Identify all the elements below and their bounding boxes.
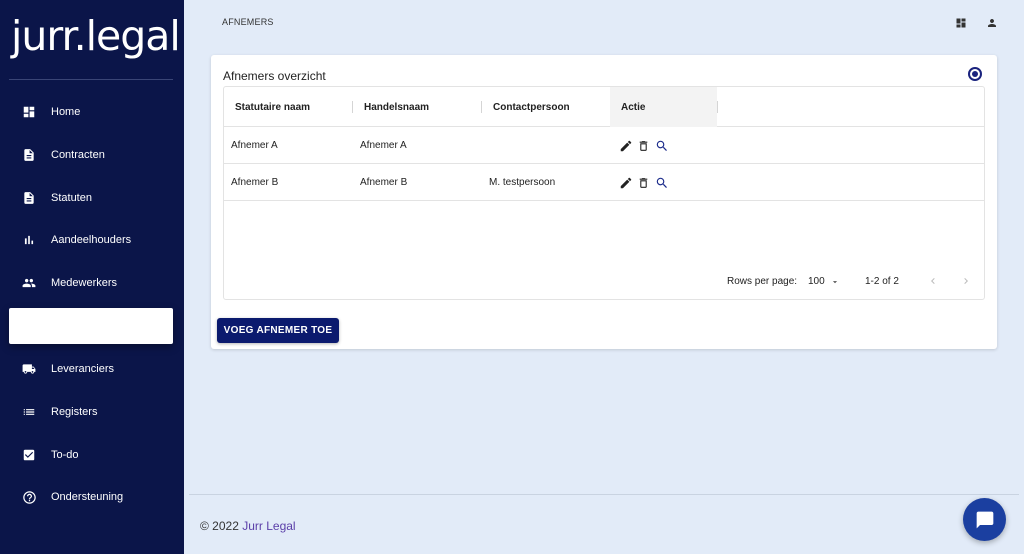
- help-circle-icon: [21, 489, 37, 505]
- afnemers-table: Statutaire naam Handelsnaam Contactperso…: [223, 86, 985, 300]
- sidebar: jurr.legal Home Contracten Statuten Aand…: [0, 0, 184, 554]
- cell-handelsnaam: Afnemer B: [360, 177, 408, 188]
- rows-per-page-select[interactable]: 100: [808, 276, 840, 287]
- dashboard-icon: [21, 104, 37, 120]
- search-icon[interactable]: [654, 175, 669, 190]
- radio-icon[interactable]: [968, 67, 982, 81]
- column-header-statutaire-naam[interactable]: Statutaire naam: [224, 87, 352, 127]
- table-header: Statutaire naam Handelsnaam Contactperso…: [224, 87, 984, 127]
- column-separator: [717, 101, 718, 113]
- sidebar-item-registers[interactable]: Registers: [9, 394, 173, 430]
- truck-icon: [21, 361, 37, 377]
- chat-button[interactable]: [963, 498, 1006, 541]
- logo: jurr.legal: [11, 12, 181, 60]
- sidebar-item-aandeelhouders[interactable]: Aandeelhouders: [9, 222, 173, 258]
- edit-icon[interactable]: [618, 175, 633, 190]
- delete-icon[interactable]: [636, 175, 651, 190]
- people-icon: [21, 275, 37, 291]
- edit-icon[interactable]: [618, 138, 633, 153]
- footer: © 2022 Jurr Legal: [200, 519, 296, 533]
- chevron-right-icon[interactable]: [959, 274, 973, 288]
- cell-contactpersoon: M. testpersoon: [489, 177, 556, 188]
- sidebar-item-label: Contracten: [51, 149, 105, 161]
- rows-per-page-value: 100: [808, 276, 825, 287]
- sidebar-item-statuten[interactable]: Statuten: [9, 180, 173, 216]
- sidebar-item-label: Medewerkers: [51, 277, 118, 289]
- cell-handelsnaam: Afnemer A: [360, 140, 407, 151]
- copyright-text: © 2022: [200, 519, 239, 533]
- card-title: Afnemers overzicht: [223, 69, 326, 83]
- cell-statutaire-naam: Afnemer B: [231, 177, 279, 188]
- cell-contactpersoon: [482, 127, 489, 164]
- pagination: Rows per page: 100 1-2 of 2: [224, 271, 984, 293]
- column-header-handelsnaam[interactable]: Handelsnaam: [353, 87, 481, 127]
- chevron-left-icon[interactable]: [926, 274, 940, 288]
- company-link[interactable]: Jurr Legal: [242, 519, 295, 533]
- rows-per-page-label: Rows per page:: [727, 276, 798, 287]
- table-row[interactable]: Afnemer B Afnemer B M. testpersoon: [224, 164, 984, 201]
- sidebar-item-label: Leveranciers: [51, 363, 114, 375]
- sidebar-item-leveranciers[interactable]: Leveranciers: [9, 351, 173, 387]
- user-icon[interactable]: [985, 16, 999, 30]
- column-header-contactpersoon[interactable]: Contactpersoon: [482, 87, 610, 127]
- search-icon[interactable]: [654, 138, 669, 153]
- sidebar-item-label: Aandeelhouders: [51, 234, 132, 246]
- sidebar-item-home[interactable]: Home: [9, 94, 173, 130]
- delete-icon[interactable]: [636, 138, 651, 153]
- sidebar-item-medewerkers[interactable]: Medewerkers: [9, 265, 173, 301]
- sidebar-item-afnemers[interactable]: [9, 308, 173, 344]
- row-actions: [618, 127, 669, 164]
- sidebar-item-label: To-do: [51, 449, 79, 461]
- document-icon: [21, 147, 37, 163]
- afnemers-card: Afnemers overzicht Statutaire naam Hande…: [211, 55, 997, 349]
- bar-chart-icon: [21, 232, 37, 248]
- add-afnemer-button[interactable]: VOEG AFNEMER TOE: [217, 318, 339, 343]
- pagination-range: 1-2 of 2: [865, 276, 899, 287]
- sidebar-item-todo[interactable]: To-do: [9, 437, 173, 473]
- chat-icon: [976, 511, 993, 528]
- sidebar-item-contracten[interactable]: Contracten: [9, 137, 173, 173]
- sidebar-item-label: Home: [51, 106, 81, 118]
- dashboard-icon[interactable]: [954, 16, 968, 30]
- row-actions: [618, 164, 669, 201]
- divider: [9, 79, 173, 80]
- sidebar-item-ondersteuning[interactable]: Ondersteuning: [9, 479, 173, 515]
- document-icon: [21, 190, 37, 206]
- sidebar-item-label: Ondersteuning: [51, 491, 124, 503]
- checkbox-icon: [21, 447, 37, 463]
- list-icon: [21, 404, 37, 420]
- cell-statutaire-naam: Afnemer A: [231, 140, 278, 151]
- column-header-actie[interactable]: Actie: [610, 87, 717, 127]
- sidebar-item-label: Registers: [51, 406, 98, 418]
- footer-divider: [189, 494, 1019, 495]
- caret-down-icon: [832, 280, 837, 283]
- table-row[interactable]: Afnemer A Afnemer A: [224, 127, 984, 164]
- sidebar-item-label: Statuten: [51, 192, 92, 204]
- breadcrumb: AFNEMERS: [222, 17, 274, 27]
